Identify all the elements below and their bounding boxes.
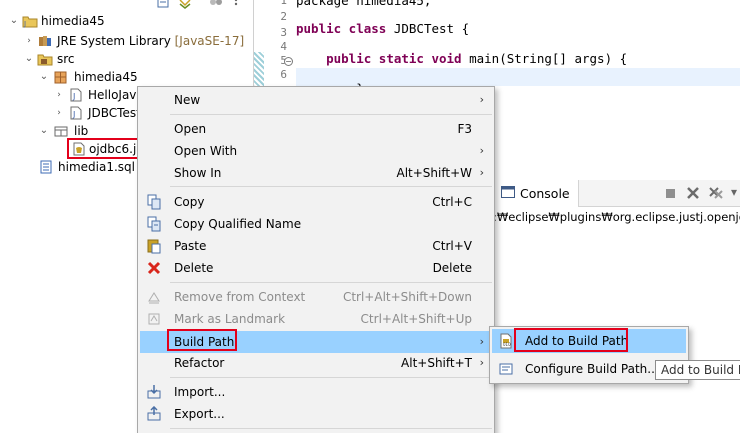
tree-item-label: JRE System Library bbox=[57, 34, 171, 48]
landmark-icon bbox=[146, 311, 162, 327]
console-icon bbox=[501, 186, 515, 201]
folder-icon bbox=[53, 124, 69, 138]
library-icon bbox=[37, 34, 53, 48]
tooltip: Add to Build Path bbox=[655, 360, 740, 380]
tree-item-label: HelloJava bbox=[88, 88, 138, 102]
svg-text:J: J bbox=[23, 20, 26, 28]
submenu-arrow-icon: › bbox=[479, 144, 484, 157]
tree-item-lib[interactable]: ⌄ lib bbox=[38, 122, 138, 140]
menu-item-mark-as-landmark: Mark as Landmark Ctrl+Alt+Shift+Up bbox=[140, 308, 492, 330]
console-tab-label: Console bbox=[520, 186, 570, 201]
tree-item-src[interactable]: ⌄ src bbox=[23, 50, 253, 68]
context-menu: New › Open F3 Open With › Show In Alt+Sh… bbox=[137, 86, 495, 433]
submenu-item-add-to-build-path[interactable]: 010 Add to Build Path bbox=[492, 329, 686, 353]
code-line-1: package himedia45; bbox=[296, 0, 432, 8]
menu-item-build-path[interactable]: Build Path › bbox=[140, 331, 492, 353]
menu-item-remove-from-context: Remove from Context Ctrl+Alt+Shift+Down bbox=[140, 286, 492, 308]
change-marker bbox=[254, 52, 264, 88]
tree-item-label: himedia45 bbox=[41, 14, 105, 28]
source-folder-icon bbox=[37, 52, 53, 66]
menu-separator bbox=[170, 377, 492, 378]
menu-item-show-in[interactable]: Show In Alt+Shift+W › bbox=[140, 162, 492, 184]
tree-item-label: himedia45 bbox=[74, 70, 138, 84]
tree-item-jdbctest[interactable]: › J JDBCTest bbox=[53, 104, 138, 122]
menu-item-new[interactable]: New › bbox=[140, 89, 492, 111]
menu-item-delete[interactable]: Delete Delete bbox=[140, 257, 492, 279]
menu-separator bbox=[170, 114, 492, 115]
tree-item-label: himedia1.sql bbox=[58, 160, 135, 174]
menu-item-copy[interactable]: Copy Ctrl+C bbox=[140, 191, 492, 213]
svg-text:J: J bbox=[72, 110, 75, 119]
terminate-icon[interactable] bbox=[665, 188, 676, 202]
remove-from-context-icon bbox=[146, 289, 162, 305]
line-number: 2 bbox=[280, 10, 287, 23]
jar-file-icon bbox=[71, 142, 87, 156]
chevron-right-icon[interactable]: › bbox=[53, 104, 65, 122]
import-icon bbox=[146, 384, 162, 400]
tree-item-label: src bbox=[57, 52, 75, 66]
chevron-right-icon[interactable]: › bbox=[23, 32, 35, 50]
copy-qualified-name-icon bbox=[146, 216, 162, 232]
tree-item-sql-file[interactable]: himedia1.sql bbox=[38, 158, 138, 176]
menu-item-open-with[interactable]: Open With › bbox=[140, 140, 492, 162]
chevron-down-icon[interactable]: ⌄ bbox=[23, 50, 35, 68]
chevron-down-icon[interactable]: ⌄ bbox=[38, 122, 50, 140]
sql-file-icon bbox=[38, 160, 54, 174]
link-editor-icon[interactable] bbox=[178, 0, 192, 10]
copy-icon bbox=[146, 194, 162, 210]
menu-item-refactor[interactable]: Refactor Alt+Shift+T › bbox=[140, 352, 492, 374]
submenu-arrow-icon: › bbox=[479, 93, 484, 106]
package-icon bbox=[53, 70, 69, 84]
line-number: 1 bbox=[280, 0, 287, 7]
chevron-down-icon[interactable]: ⌄ bbox=[38, 68, 50, 86]
console-menu-icon[interactable]: ▾ bbox=[731, 185, 737, 199]
filter-icon[interactable] bbox=[209, 0, 223, 10]
tree-item-hellojava[interactable]: › J HelloJava bbox=[53, 86, 138, 104]
tree-item-label: lib bbox=[74, 124, 89, 138]
menu-item-paste[interactable]: Paste Ctrl+V bbox=[140, 235, 492, 257]
menu-item-open[interactable]: Open F3 bbox=[140, 118, 492, 140]
menu-item-copy-qualified-name[interactable]: Copy Qualified Name bbox=[140, 213, 492, 235]
paste-icon bbox=[146, 238, 162, 254]
tree-item-package[interactable]: ⌄ himedia45 bbox=[38, 68, 253, 86]
tree-item-project[interactable]: ⌄ J himedia45 bbox=[8, 12, 248, 30]
export-icon bbox=[146, 405, 162, 422]
svg-text:J: J bbox=[72, 92, 75, 101]
console-view[interactable]: Console ▾ :₩eclipse₩plugins₩org.eclipse.… bbox=[493, 180, 740, 433]
jre-version-decoration: [JavaSE-17] bbox=[174, 34, 245, 48]
submenu-arrow-icon: › bbox=[479, 335, 484, 348]
java-project-icon: J bbox=[22, 14, 38, 28]
remove-launch-icon[interactable] bbox=[686, 186, 700, 203]
submenu-arrow-icon: › bbox=[479, 356, 484, 369]
menu-item-export[interactable]: Export... bbox=[140, 403, 492, 425]
delete-icon bbox=[146, 260, 162, 276]
console-tab[interactable]: Console bbox=[493, 180, 579, 207]
tree-item-label: JDBCTest bbox=[88, 106, 138, 120]
menu-separator bbox=[170, 428, 492, 429]
java-file-icon: J bbox=[68, 88, 84, 102]
tree-item-label: ojdbc6.ja bbox=[89, 142, 138, 156]
submenu-arrow-icon: › bbox=[479, 166, 484, 179]
console-output-line: :₩eclipse₩plugins₩org.eclipse.justj.open… bbox=[493, 210, 740, 224]
chevron-down-icon[interactable]: ⌄ bbox=[8, 12, 20, 30]
java-file-icon: J bbox=[68, 106, 84, 120]
menu-separator bbox=[170, 186, 492, 187]
fold-toggle-icon[interactable]: − bbox=[284, 57, 293, 66]
code-line-5: public static void main(String[] args) { bbox=[326, 51, 628, 66]
console-tab-bar: Console ▾ bbox=[493, 180, 740, 207]
code-line-3: public class JDBCTest { bbox=[296, 21, 470, 36]
configure-build-path-icon bbox=[498, 361, 514, 377]
add-to-build-path-icon: 010 bbox=[498, 333, 514, 349]
tree-item-ojdbc6-jar[interactable]: ojdbc6.ja bbox=[70, 140, 138, 158]
tree-item-jre-library[interactable]: › JRE System Library [JavaSE-17] bbox=[23, 32, 253, 50]
menu-separator bbox=[170, 282, 492, 283]
line-number: 3 bbox=[280, 26, 287, 39]
view-menu-icon[interactable] bbox=[233, 0, 247, 10]
svg-text:010: 010 bbox=[503, 342, 511, 347]
remove-all-terminated-icon[interactable] bbox=[708, 186, 724, 203]
menu-item-import[interactable]: Import... bbox=[140, 381, 492, 403]
chevron-right-icon[interactable]: › bbox=[53, 86, 65, 104]
collapse-all-icon[interactable] bbox=[157, 0, 171, 10]
